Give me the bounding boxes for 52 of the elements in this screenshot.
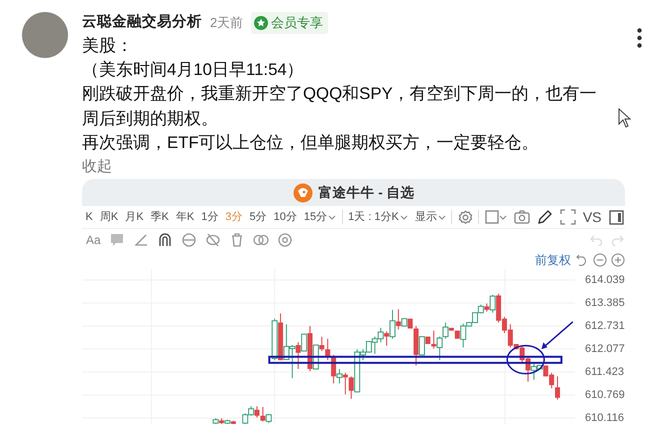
caret-icon (498, 214, 507, 221)
caret-icon (328, 214, 336, 221)
zoom-out-icon[interactable] (593, 253, 607, 268)
price-axis-label: 613.385 (585, 297, 625, 310)
dropdown-menu-button[interactable]: 15分 (300, 208, 340, 226)
post-time: 2天前 (210, 14, 244, 32)
post-paragraph: 再次强调，ETF可以上仓位，但单腿期权买方，一定要轻仓。 (82, 132, 540, 154)
price-axis-label: 614.039 (585, 274, 625, 286)
timeframe-tab[interactable]: 季K (147, 208, 172, 226)
side-panel-icon[interactable] (608, 210, 624, 225)
zoom-in-icon[interactable] (611, 253, 625, 268)
compare-button[interactable]: VS (579, 206, 606, 228)
price-axis-label: 610.769 (585, 389, 625, 402)
timeframe-tab[interactable]: 5分 (246, 208, 270, 226)
author-name[interactable]: 云聪金融交易分析 (82, 12, 202, 34)
price-axis-label: 612.731 (585, 320, 625, 332)
window-title: 富途牛牛 - 自选 (318, 184, 414, 202)
post-paragraph: （美东时间4月10日早11:54） (82, 59, 305, 82)
circle-annotation (506, 345, 545, 375)
timeframe-tab[interactable]: 月K (122, 208, 148, 226)
post-paragraph: 美股： (82, 34, 134, 57)
collapse-link[interactable]: 收起 (82, 156, 112, 178)
price-axis-label: 611.423 (585, 366, 625, 378)
avatar-circle[interactable] (22, 12, 68, 58)
reset-icon[interactable] (575, 253, 589, 268)
post-paragraph: 刚跌破开盘价，我重新开空了QQQ和SPY，有空到下周一的，也有一周后到期的期权。 (82, 83, 598, 130)
price-adjustment-link[interactable]: 前复权 (535, 251, 571, 270)
pencil-icon[interactable] (536, 209, 553, 226)
caret-icon (400, 214, 408, 221)
cursor-icon (618, 108, 632, 128)
comment-icon[interactable] (108, 232, 125, 248)
timeframe-tab[interactable]: 1分 (198, 208, 222, 226)
price-axis-label: 610.116 (585, 412, 625, 424)
timeframe-tab[interactable]: K (82, 208, 96, 226)
text-tool-button[interactable]: Aa (86, 231, 101, 250)
app-logo-icon (292, 182, 312, 203)
member-badge: 会员专享 (251, 12, 328, 34)
timeframe-tab[interactable]: 年K (172, 208, 198, 226)
dropdown-menu-button[interactable]: 显示 (411, 208, 450, 226)
timeframe-tab[interactable]: 10分 (270, 208, 300, 226)
angle-icon[interactable] (132, 232, 149, 248)
fullscreen-icon[interactable] (560, 209, 576, 226)
dropdown-menu-button[interactable]: 1天 : 1分K (344, 208, 412, 226)
timeframe-tab[interactable]: 周K (96, 208, 122, 226)
camera-icon[interactable] (514, 209, 530, 226)
arrow-annotation (541, 321, 574, 350)
magnet-icon[interactable] (156, 232, 173, 248)
square-icon[interactable] (484, 210, 499, 224)
price-axis-label: 612.077 (585, 343, 625, 356)
caret-icon (438, 214, 446, 221)
hide-icon[interactable] (204, 232, 221, 248)
more-options-icon[interactable] (637, 28, 642, 48)
